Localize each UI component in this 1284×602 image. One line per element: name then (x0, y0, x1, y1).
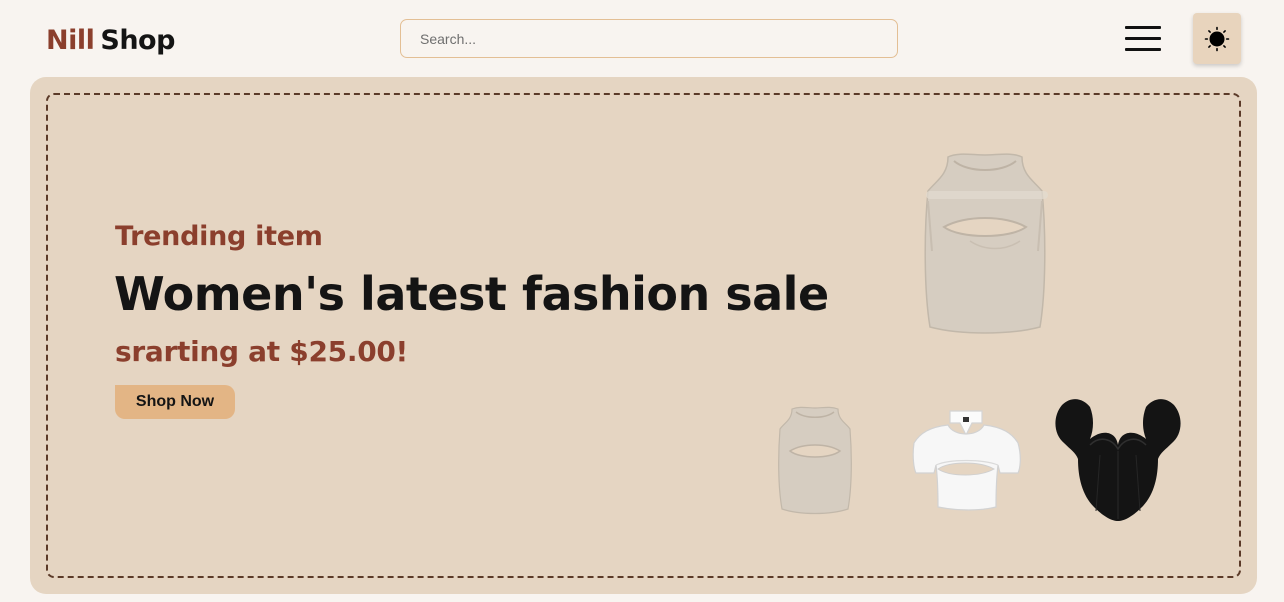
product-thumbnail (912, 410, 1021, 511)
product-thumbnail (778, 406, 852, 515)
shop-now-button[interactable]: Shop Now (115, 385, 235, 419)
logo-first-word: Nill (46, 24, 95, 56)
featured-product-image (924, 153, 1048, 334)
product-thumbnail (1055, 399, 1181, 521)
hero-subtitle: Trending item (115, 221, 323, 252)
search-input[interactable] (400, 19, 898, 58)
theme-toggle-button[interactable] (1193, 13, 1241, 64)
hero-banner: Trending item Women's latest fashion sal… (30, 77, 1257, 594)
logo-second-word: Shop (100, 24, 175, 56)
hero-title: Women's latest fashion sale (114, 267, 829, 321)
menu-button[interactable] (1124, 25, 1162, 55)
sun-icon (1204, 26, 1230, 51)
hero-price-text: srarting at $25.00! (115, 335, 409, 368)
logo[interactable]: Nill Shop (46, 18, 175, 62)
